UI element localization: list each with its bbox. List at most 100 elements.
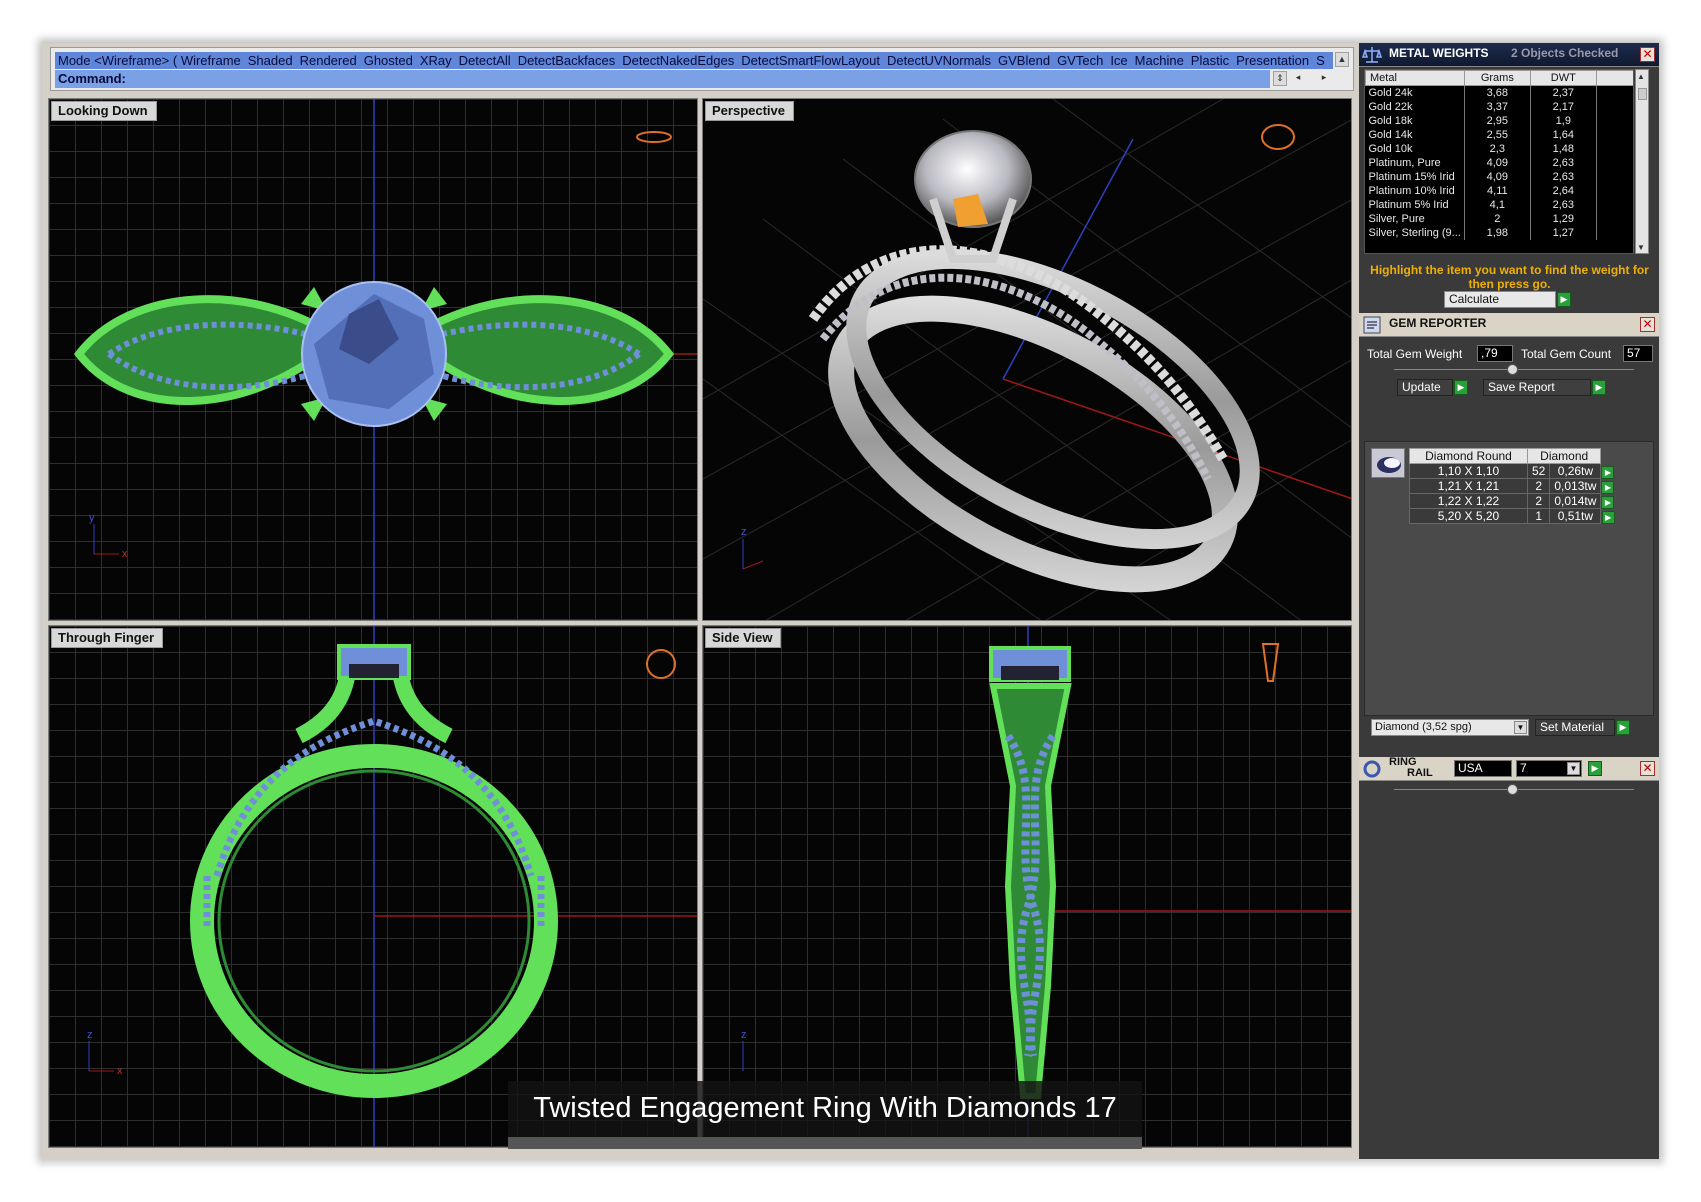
- update-go-icon[interactable]: ▶: [1454, 380, 1468, 395]
- close-icon[interactable]: ✕: [1640, 47, 1655, 62]
- viewport-label[interactable]: Perspective: [705, 101, 794, 121]
- mode-item[interactable]: S: [1316, 53, 1325, 68]
- gem-row[interactable]: 5,20 X 5,20 1 0,51tw ▶: [1409, 508, 1615, 524]
- metal-name-cell: Platinum 5% Irid: [1365, 197, 1465, 212]
- material-select[interactable]: Diamond (3,52 spg) ▼: [1371, 719, 1529, 736]
- mode-item[interactable]: Shaded: [248, 53, 293, 68]
- update-button[interactable]: Update: [1397, 379, 1453, 396]
- caption-progress-bar: [508, 1137, 1142, 1149]
- mode-item[interactable]: GVBlend: [998, 53, 1050, 68]
- viewport-looking-down[interactable]: y x Looking Down: [48, 98, 698, 621]
- viewport-through-finger[interactable]: z x Through Finger: [48, 625, 698, 1148]
- set-material-button[interactable]: Set Material: [1535, 719, 1615, 736]
- viewport-label[interactable]: Side View: [705, 628, 782, 648]
- row-padding: [1596, 211, 1633, 226]
- metal-name-cell: Platinum 10% Irid: [1365, 183, 1465, 198]
- ring-rail-title-line2: RAIL: [1407, 767, 1433, 779]
- select-gem-icon[interactable]: ▶: [1601, 510, 1615, 524]
- gem-row[interactable]: 1,21 X 1,21 2 0,013tw ▶: [1409, 478, 1615, 494]
- save-report-button[interactable]: Save Report: [1483, 379, 1591, 396]
- metal-row[interactable]: Gold 10k 2,3 1,48: [1365, 141, 1633, 156]
- row-padding: [1596, 225, 1633, 240]
- mode-item[interactable]: GVTech: [1057, 53, 1103, 68]
- gem-row-action[interactable]: ▶: [1601, 509, 1615, 524]
- close-icon[interactable]: ✕: [1640, 317, 1655, 332]
- column-header[interactable]: DWT: [1529, 70, 1597, 86]
- column-header[interactable]: Diamond Round: [1409, 448, 1528, 464]
- gem-row-action[interactable]: ▶: [1601, 479, 1615, 494]
- metal-name-cell: Platinum 15% Irid: [1365, 169, 1465, 184]
- mode-item[interactable]: DetectBackfaces: [518, 53, 616, 68]
- grams-cell: 3,68: [1464, 85, 1531, 100]
- gem-row[interactable]: 1,10 X 1,10 52 0,26tw ▶: [1409, 463, 1615, 479]
- command-spin-icon[interactable]: ⇕: [1273, 71, 1287, 86]
- mode-item[interactable]: Ice: [1110, 53, 1127, 68]
- viewport-side-view[interactable]: z Side View: [702, 625, 1352, 1148]
- select-gem-icon[interactable]: ▶: [1601, 465, 1615, 479]
- diamond-round-icon[interactable]: [1371, 448, 1405, 478]
- mode-item[interactable]: Presentation: [1236, 53, 1309, 68]
- dwt-cell: 1,9: [1530, 113, 1597, 128]
- metal-row[interactable]: Platinum, Pure 4,09 2,63: [1365, 155, 1633, 170]
- ring-rail-slider-handle[interactable]: [1507, 784, 1518, 795]
- mode-item[interactable]: Plastic: [1191, 53, 1229, 68]
- mode-item[interactable]: Ghosted: [364, 53, 413, 68]
- gem-count-cell: 2: [1526, 478, 1551, 494]
- mode-item[interactable]: DetectAll: [459, 53, 511, 68]
- scroll-down-icon[interactable]: ▼: [1637, 243, 1645, 252]
- ring-front-wireframe: z x: [87, 626, 697, 1147]
- ring-size-select[interactable]: 7 ▼: [1516, 760, 1582, 777]
- metal-weights-scrollbar[interactable]: ▲ ▼: [1635, 69, 1649, 254]
- metal-row[interactable]: Gold 22k 3,37 2,17: [1365, 99, 1633, 114]
- calculate-go-icon[interactable]: ▶: [1557, 292, 1571, 307]
- select-gem-icon[interactable]: ▶: [1601, 495, 1615, 509]
- metal-row[interactable]: Gold 18k 2,95 1,9: [1365, 113, 1633, 128]
- chevron-down-icon[interactable]: ▼: [1567, 762, 1580, 775]
- scroll-thumb[interactable]: [1638, 88, 1647, 100]
- ring-region-select[interactable]: USA: [1454, 760, 1512, 777]
- metal-row[interactable]: Silver, Pure 2 1,29: [1365, 211, 1633, 226]
- viewport-label[interactable]: Looking Down: [51, 101, 157, 121]
- close-icon[interactable]: ✕: [1640, 761, 1655, 776]
- column-header[interactable]: Grams: [1463, 70, 1531, 86]
- metal-row[interactable]: Platinum 5% Irid 4,1 2,63: [1365, 197, 1633, 212]
- select-gem-icon[interactable]: ▶: [1601, 480, 1615, 494]
- metal-row[interactable]: Silver, Sterling (9... 1,98 1,27: [1365, 225, 1633, 240]
- ring-rail-go-icon[interactable]: ▶: [1588, 761, 1602, 776]
- viewport-label[interactable]: Through Finger: [51, 628, 164, 648]
- history-forward-icon[interactable]: ▸: [1317, 71, 1331, 86]
- column-header[interactable]: Diamond: [1526, 448, 1602, 464]
- set-material-go-icon[interactable]: ▶: [1616, 720, 1630, 735]
- scroll-up-icon[interactable]: ▲: [1637, 72, 1645, 81]
- save-report-go-icon[interactable]: ▶: [1592, 380, 1606, 395]
- metal-row[interactable]: Platinum 10% Irid 4,11 2,64: [1365, 183, 1633, 198]
- viewport-perspective[interactable]: z Perspective: [702, 98, 1352, 621]
- gem-row-action[interactable]: ▶: [1601, 494, 1615, 509]
- mode-item[interactable]: XRay: [420, 53, 452, 68]
- mode-item[interactable]: DetectUVNormals: [887, 53, 991, 68]
- mode-item[interactable]: Mode <Wireframe> ( Wireframe: [58, 53, 241, 68]
- calculate-button[interactable]: Calculate: [1444, 291, 1556, 308]
- mode-item[interactable]: Rendered: [300, 53, 357, 68]
- row-padding: [1596, 183, 1633, 198]
- command-input[interactable]: [127, 71, 1257, 87]
- ring-top-wireframe: y x: [73, 99, 697, 620]
- total-gem-weight-label: Total Gem Weight: [1367, 347, 1463, 361]
- mode-item[interactable]: DetectSmartFlowLayout: [741, 53, 880, 68]
- chevron-down-icon[interactable]: ▼: [1514, 721, 1527, 734]
- metal-row[interactable]: Gold 24k 3,68 2,37: [1365, 85, 1633, 100]
- metal-weights-table[interactable]: Metal Grams DWT Gold 24k 3,68 2,37 Gold 22k…: [1364, 69, 1634, 254]
- mode-item[interactable]: Machine: [1135, 53, 1184, 68]
- gem-row[interactable]: 1,22 X 1,22 2 0,014tw ▶: [1409, 493, 1615, 509]
- column-header[interactable]: Metal: [1365, 70, 1465, 86]
- gem-slider-handle[interactable]: [1507, 364, 1518, 375]
- metal-row[interactable]: Gold 14k 2,55 1,64: [1365, 127, 1633, 142]
- mode-scroll-up-icon[interactable]: ▲: [1335, 52, 1349, 67]
- grams-cell: 1,98: [1464, 225, 1531, 240]
- axis-z-label: z: [741, 1029, 747, 1041]
- total-gem-count-value: 57: [1623, 345, 1653, 362]
- history-back-icon[interactable]: ◂: [1291, 71, 1305, 86]
- metal-row[interactable]: Platinum 15% Irid 4,09 2,63: [1365, 169, 1633, 184]
- mode-item[interactable]: DetectNakedEdges: [622, 53, 734, 68]
- gem-row-action[interactable]: ▶: [1601, 464, 1615, 479]
